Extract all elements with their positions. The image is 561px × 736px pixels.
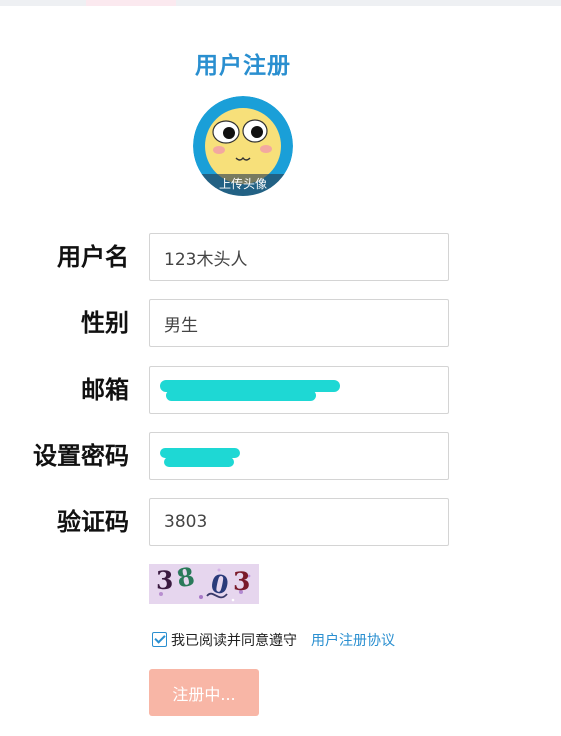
agreement-checkbox[interactable] [152, 632, 167, 647]
captcha-char: 8 [174, 564, 197, 594]
username-label: 用户名 [57, 243, 129, 271]
password-label: 设置密码 [33, 442, 129, 470]
captcha-char: 0 [208, 568, 232, 601]
email-input[interactable] [149, 366, 449, 414]
top-strip [0, 0, 561, 6]
email-row: 邮箱 [0, 366, 561, 414]
top-strip-accent [86, 0, 176, 6]
avatar-upload[interactable]: 上传头像 [193, 96, 293, 196]
captcha-char: 3 [233, 567, 251, 596]
captcha-label: 验证码 [57, 508, 129, 536]
avatar-upload-label: 上传头像 [193, 174, 293, 196]
email-label: 邮箱 [81, 376, 129, 404]
password-row: 设置密码 [0, 432, 561, 480]
username-input[interactable] [149, 233, 449, 281]
username-row: 用户名 [0, 233, 561, 281]
captcha-char: 3 [156, 566, 174, 595]
captcha-characters: 3 8 0 3 [149, 564, 259, 604]
register-button[interactable]: 注册中... [149, 669, 259, 716]
page-title: 用户注册 [195, 53, 291, 79]
captcha-image[interactable]: 3 8 0 3 [149, 564, 259, 604]
gender-row: 性别 [0, 299, 561, 347]
agreement-text: 我已阅读并同意遵守 [171, 633, 297, 649]
agreement-link[interactable]: 用户注册协议 [311, 630, 395, 650]
password-input[interactable] [149, 432, 449, 480]
gender-label: 性别 [81, 309, 129, 337]
gender-input[interactable] [149, 299, 449, 347]
captcha-input[interactable] [149, 498, 449, 546]
captcha-row: 验证码 [0, 498, 561, 546]
